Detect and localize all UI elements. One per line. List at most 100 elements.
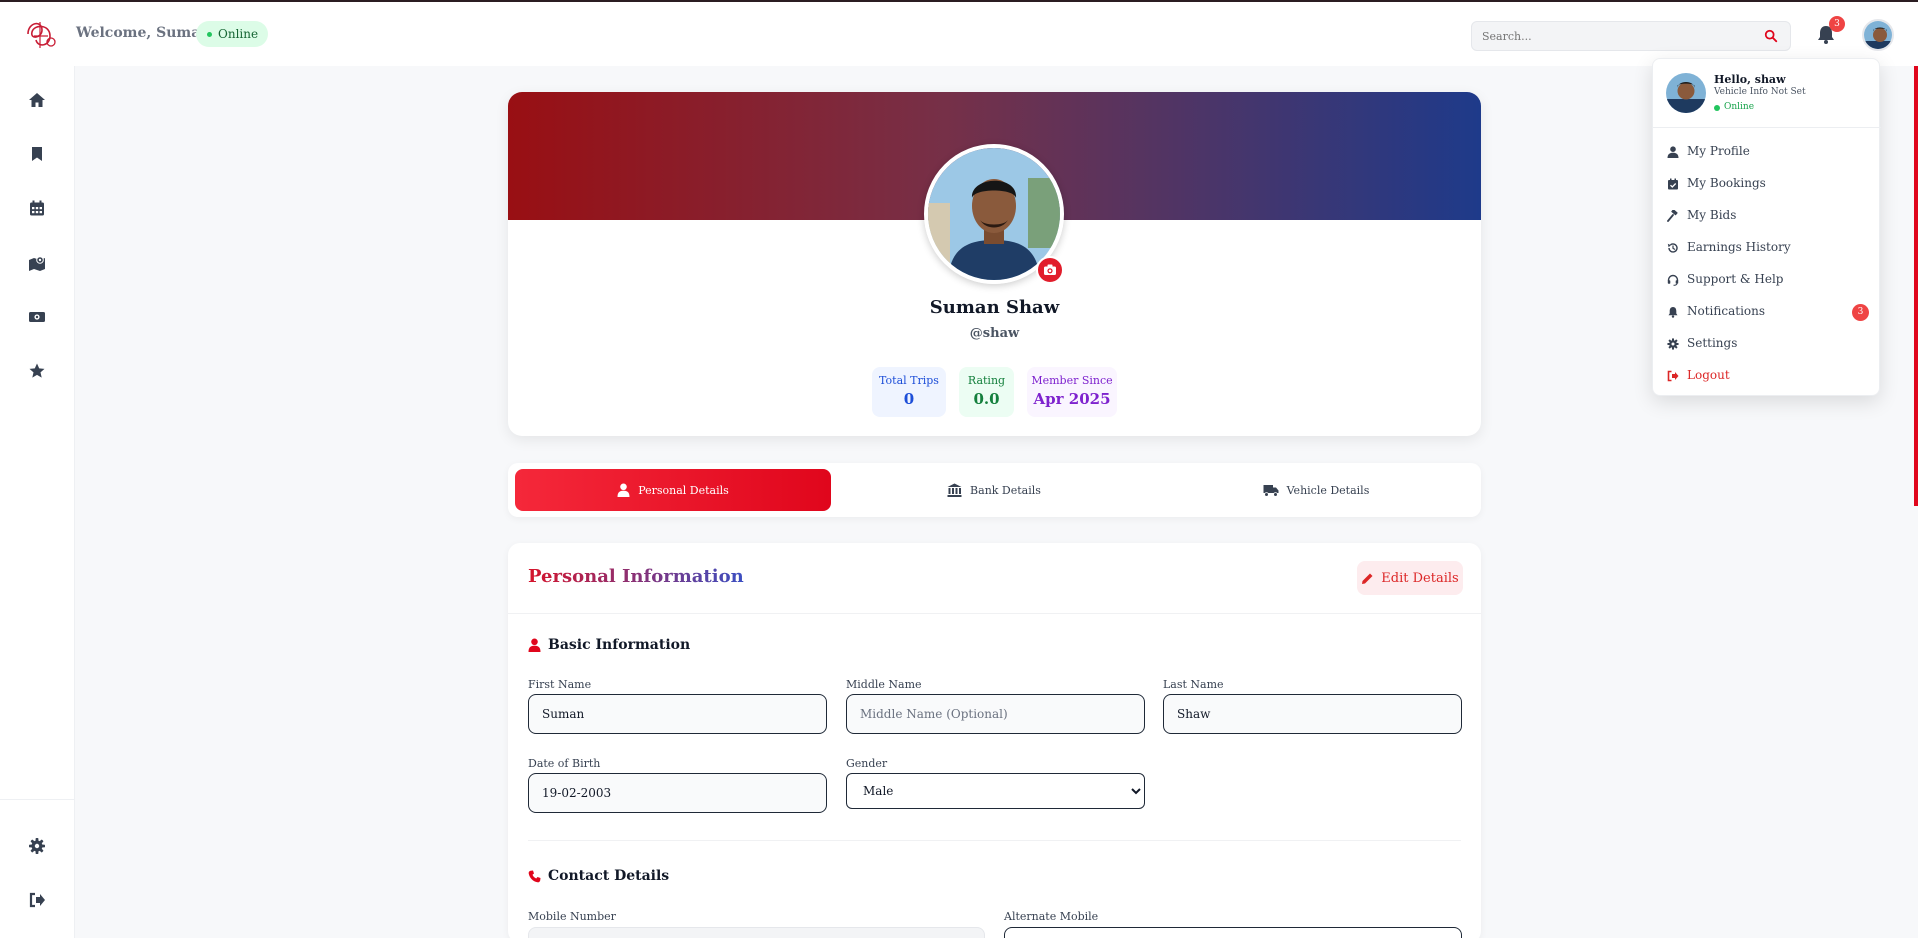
menu-item-label: My Profile (1687, 144, 1750, 158)
menu-item-my-profile[interactable]: My Profile (1653, 138, 1881, 166)
tab-personal-details[interactable]: Personal Details (515, 469, 831, 511)
menu-status: Online (1724, 102, 1755, 112)
first-name-input[interactable] (528, 694, 827, 734)
dob-label: Date of Birth (528, 757, 601, 770)
profile-username: @shaw (969, 326, 1020, 341)
tab-bank-details[interactable]: Bank Details (836, 469, 1152, 511)
home-icon[interactable] (28, 91, 46, 109)
avatar (1666, 73, 1706, 113)
menu-item-notifications[interactable]: Notifications 3 (1653, 298, 1881, 326)
headset-icon (1667, 274, 1679, 286)
menu-item-label: Settings (1687, 336, 1738, 350)
calendar-check-icon (1668, 178, 1678, 190)
money-icon[interactable] (28, 308, 46, 326)
menu-greeting: Hello, shaw (1714, 73, 1786, 86)
logout-icon[interactable] (28, 891, 46, 909)
welcome-text: Welcome, Suman (76, 25, 211, 41)
bank-icon (947, 483, 962, 497)
heading-text: Contact Details (548, 868, 670, 884)
stat-value: 0.0 (973, 390, 1000, 408)
notification-count-badge: 3 (1852, 304, 1869, 321)
tab-label: Bank Details (970, 483, 1041, 497)
menu-vehicle-info: Vehicle Info Not Set (1714, 87, 1806, 97)
camera-icon (1044, 264, 1056, 275)
stat-member-since: Member Since Apr 2025 (1027, 367, 1117, 417)
stat-label: Member Since (1031, 374, 1113, 387)
bell-icon (1668, 307, 1678, 318)
menu-item-label: Notifications (1687, 304, 1766, 318)
menu-item-label: Logout (1687, 368, 1730, 382)
pencil-icon (1362, 573, 1373, 584)
status-dot-icon (207, 32, 212, 37)
change-photo-button[interactable] (1036, 256, 1064, 284)
stat-value: 0 (903, 390, 915, 408)
section-title: Personal Information (528, 566, 744, 587)
user-icon (528, 638, 541, 652)
tab-label: Vehicle Details (1286, 483, 1370, 497)
stat-label: Rating (967, 374, 1006, 387)
user-menu: Hello, shaw Vehicle Info Not Set Online … (1652, 58, 1881, 396)
gear-icon (1667, 338, 1679, 350)
bookmark-icon[interactable] (28, 145, 46, 163)
menu-item-support-help[interactable]: Support & Help (1653, 266, 1881, 294)
avatar[interactable] (1862, 19, 1894, 51)
dob-input[interactable] (528, 773, 827, 813)
stat-rating: Rating 0.0 (959, 367, 1014, 417)
menu-divider (1653, 127, 1881, 128)
contact-details-heading: Contact Details (528, 868, 669, 884)
tab-label: Personal Details (638, 483, 729, 497)
top-bar: Welcome, Suman Online 3 (0, 0, 1918, 66)
profile-name: Suman Shaw (929, 297, 1060, 318)
sidebar (0, 66, 75, 938)
phone-icon (528, 870, 541, 882)
notification-badge: 3 (1829, 16, 1845, 32)
history-icon (1667, 243, 1678, 253)
divider (528, 840, 1461, 841)
last-name-input[interactable] (1163, 694, 1462, 734)
menu-item-label: My Bids (1687, 208, 1737, 222)
map-icon[interactable] (28, 254, 46, 272)
edge-accent (1914, 66, 1918, 506)
menu-item-label: Earnings History (1687, 240, 1791, 254)
middle-name-label: Middle Name (846, 678, 922, 691)
search-icon[interactable] (1764, 29, 1778, 43)
gavel-icon (1667, 210, 1678, 222)
status-label: Online (218, 27, 259, 41)
menu-item-label: Support & Help (1687, 272, 1784, 286)
last-name-label: Last Name (1163, 678, 1224, 691)
edit-label: Edit Details (1381, 570, 1459, 586)
stat-value: Apr 2025 (1033, 390, 1111, 408)
status-dot-icon (1714, 105, 1720, 111)
menu-item-my-bids[interactable]: My Bids (1653, 202, 1881, 230)
stat-total-trips: Total Trips 0 (872, 367, 946, 417)
gender-label: Gender (846, 757, 888, 770)
logo-icon[interactable] (20, 16, 60, 52)
mobile-number-label: Mobile Number (528, 910, 616, 923)
user-icon (1667, 146, 1679, 158)
calendar-icon[interactable] (28, 199, 46, 217)
search-input[interactable] (1472, 22, 1752, 50)
settings-icon[interactable] (28, 837, 46, 855)
menu-item-earnings-history[interactable]: Earnings History (1653, 234, 1881, 262)
gender-select[interactable]: Male (846, 773, 1145, 809)
profile-card: Suman Shaw @shaw Total Trips 0 Rating 0.… (508, 92, 1481, 436)
mobile-number-input[interactable] (528, 927, 985, 938)
basic-info-heading: Basic Information (528, 637, 690, 653)
tab-vehicle-details[interactable]: Vehicle Details (1158, 469, 1474, 511)
menu-item-logout[interactable]: Logout (1653, 362, 1881, 390)
edit-details-button[interactable]: Edit Details (1357, 561, 1463, 595)
profile-tabs: Personal Details Bank Details Vehicle De… (508, 463, 1481, 517)
truck-icon (1263, 484, 1279, 497)
avatar-image (1864, 21, 1892, 49)
menu-item-settings[interactable]: Settings (1653, 330, 1881, 358)
search-box (1471, 21, 1791, 51)
menu-item-label: My Bookings (1687, 176, 1766, 190)
menu-item-my-bookings[interactable]: My Bookings (1653, 170, 1881, 198)
stat-label: Total Trips (879, 374, 939, 387)
star-icon[interactable] (28, 362, 46, 380)
alternate-mobile-label: Alternate Mobile (1004, 910, 1099, 923)
middle-name-input[interactable] (846, 694, 1145, 734)
alternate-mobile-input[interactable] (1004, 927, 1462, 938)
sidebar-divider (0, 799, 75, 800)
personal-info-card: Personal Information Edit Details Basic … (508, 543, 1481, 938)
